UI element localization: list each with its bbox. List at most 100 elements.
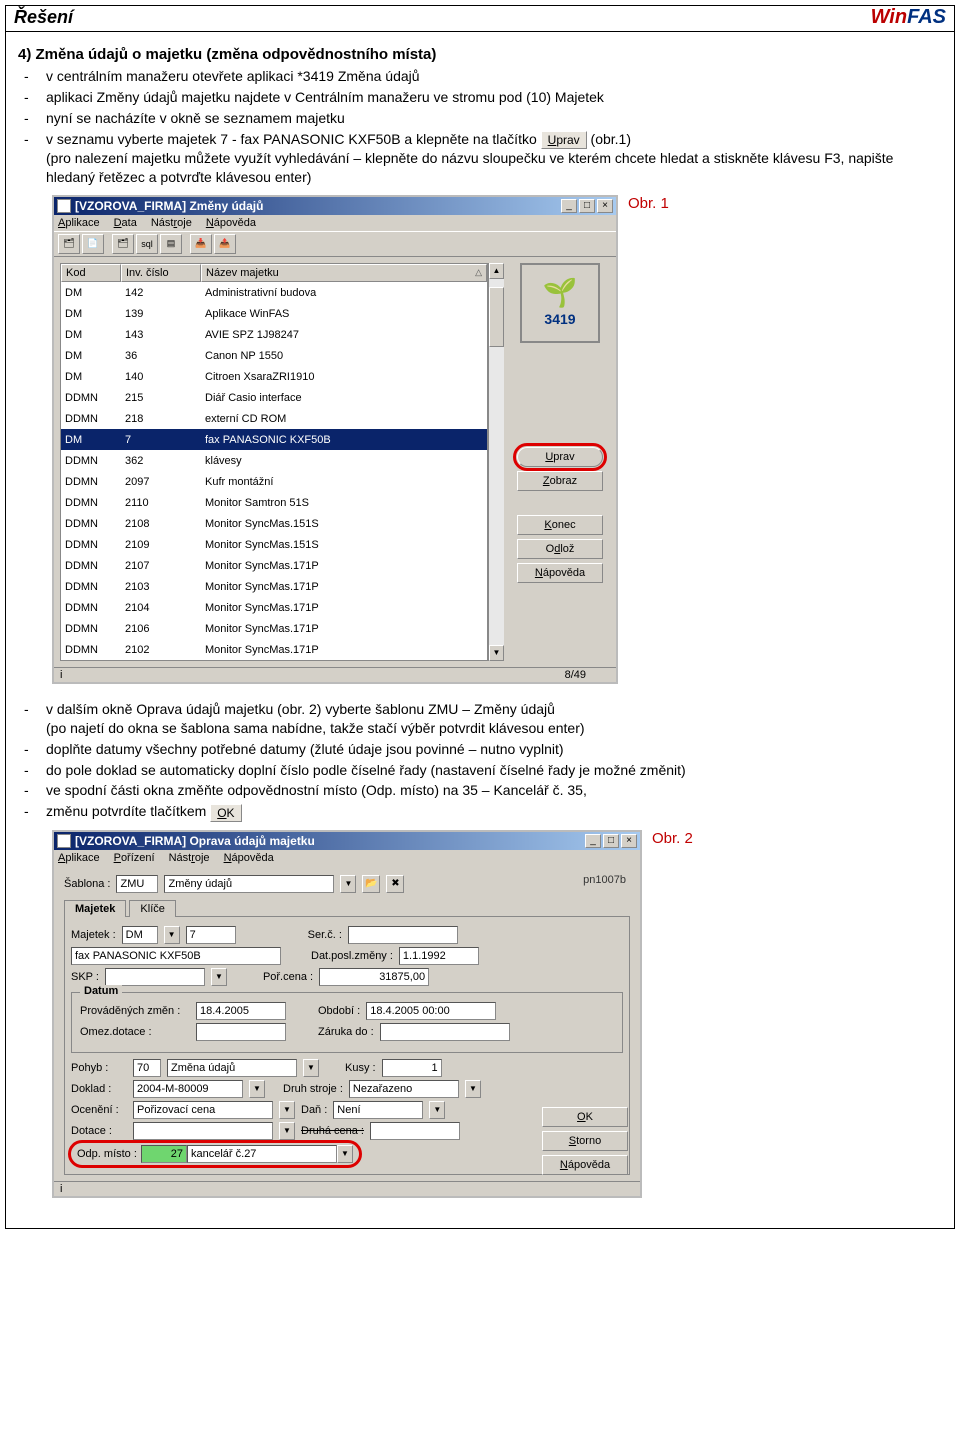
maximize-button[interactable]: □ xyxy=(603,834,619,848)
tool-button-1[interactable]: 🗂 xyxy=(58,234,80,254)
table-row[interactable]: DDMN2108Monitor SyncMas.151S xyxy=(61,513,487,534)
status-info-icon[interactable]: i xyxy=(60,669,62,681)
dropdown-icon[interactable]: ▼ xyxy=(279,1122,295,1140)
majetek-name-input[interactable]: fax PANASONIC KXF50B xyxy=(71,947,281,965)
porcena-input[interactable]: 31875,00 xyxy=(319,968,429,986)
col-header-nazev[interactable]: Název majetku△ xyxy=(201,264,487,282)
menu-nastroje[interactable]: Nástroje xyxy=(169,852,210,864)
table-row[interactable]: DDMN2106Monitor SyncMas.171P xyxy=(61,618,487,639)
table-row[interactable]: DM7fax PANASONIC KXF50B xyxy=(61,429,487,450)
table-row[interactable]: DDMN218externí CD ROM xyxy=(61,408,487,429)
minimize-button[interactable]: _ xyxy=(561,199,577,213)
tab-majetek[interactable]: Majetek xyxy=(64,900,126,917)
table-row[interactable]: DDMN2104Monitor SyncMas.171P xyxy=(61,597,487,618)
menu-napoveda[interactable]: Nápověda xyxy=(224,852,274,864)
dropdown-icon[interactable]: ▼ xyxy=(279,1101,295,1119)
cell-nazev: Citroen XsaraZRI1910 xyxy=(201,369,487,385)
close-button[interactable]: × xyxy=(621,834,637,848)
vertical-scrollbar[interactable]: ▲ ▼ xyxy=(488,263,504,661)
napoveda-button[interactable]: Nápověda xyxy=(542,1155,628,1175)
druhstroje-input[interactable]: Nezařazeno xyxy=(349,1080,459,1098)
dropdown-icon[interactable]: ▼ xyxy=(337,1145,353,1163)
menu-aplikace[interactable]: Aplikace xyxy=(58,217,100,229)
dropdown-icon[interactable]: ▼ xyxy=(211,968,227,986)
skp-input[interactable] xyxy=(105,968,205,986)
col-header-kod[interactable]: Kod xyxy=(61,264,121,282)
oceneni-input[interactable]: Pořizovací cena xyxy=(133,1101,273,1119)
tool-button-sql[interactable]: sql xyxy=(136,234,158,254)
sablona-name-input[interactable]: Změny údajů xyxy=(164,875,334,893)
odpmisto-code-input[interactable]: 27 xyxy=(141,1145,187,1163)
menu-aplikace[interactable]: Aplikace xyxy=(58,852,100,864)
menu-porizeni[interactable]: Pořízení xyxy=(114,852,155,864)
tool-button-3[interactable]: 🗂 xyxy=(112,234,134,254)
close-button[interactable]: × xyxy=(597,199,613,213)
sablona-code-input[interactable]: ZMU xyxy=(116,875,158,893)
scroll-up-button[interactable]: ▲ xyxy=(489,263,504,279)
scroll-track[interactable] xyxy=(489,279,504,645)
maximize-button[interactable]: □ xyxy=(579,199,595,213)
dropdown-icon[interactable]: ▼ xyxy=(303,1059,319,1077)
scroll-thumb[interactable] xyxy=(489,287,504,347)
odloz-button[interactable]: Odlož xyxy=(517,539,603,559)
pohyb-name-input[interactable]: Změna údajů xyxy=(167,1059,297,1077)
menu-nastroje[interactable]: Nástroje xyxy=(151,217,192,229)
datposl-input[interactable]: 1.1.1992 xyxy=(399,947,479,965)
scroll-down-button[interactable]: ▼ xyxy=(489,645,504,661)
kusy-input[interactable]: 1 xyxy=(382,1059,442,1077)
tool-button-6[interactable]: 📥 xyxy=(190,234,212,254)
uprav-button[interactable]: Uprav xyxy=(517,447,603,467)
obdobi-input[interactable]: 18.4.2005 00:00 xyxy=(366,1002,496,1020)
status-info-icon[interactable]: i xyxy=(60,1183,62,1195)
table-row[interactable]: DDMN2109Monitor SyncMas.151S xyxy=(61,534,487,555)
omez-input[interactable] xyxy=(196,1023,286,1041)
storno-button[interactable]: Storno xyxy=(542,1131,628,1151)
serc-input[interactable] xyxy=(348,926,458,944)
table-row[interactable]: DM143AVIE SPZ 1J98247 xyxy=(61,324,487,345)
dropdown-icon[interactable]: ▼ xyxy=(340,875,356,893)
dropdown-icon[interactable]: ▼ xyxy=(465,1080,481,1098)
titlebar[interactable]: [VZOROVA_FIRMA] Změny údajů _ □ × xyxy=(54,197,616,215)
tab-klice[interactable]: Klíče xyxy=(129,900,175,917)
delete-icon[interactable]: ✖ xyxy=(386,875,404,893)
majetek-inv-input[interactable]: 7 xyxy=(186,926,236,944)
tool-button-2[interactable]: 📄 xyxy=(82,234,104,254)
table-row[interactable]: DM142Administrativní budova xyxy=(61,282,487,303)
table-row[interactable]: DDMN2102Monitor SyncMas.171P xyxy=(61,639,487,660)
dropdown-icon[interactable]: ▼ xyxy=(249,1080,265,1098)
zaruka-input[interactable] xyxy=(380,1023,510,1041)
table-row[interactable]: DM140Citroen XsaraZRI1910 xyxy=(61,366,487,387)
table-row[interactable]: DM139Aplikace WinFAS xyxy=(61,303,487,324)
prov-input[interactable]: 18.4.2005 xyxy=(196,1002,286,1020)
open-icon[interactable]: 📂 xyxy=(362,875,380,893)
table-row[interactable]: DDMN2107Monitor SyncMas.171P xyxy=(61,555,487,576)
doklad-input[interactable]: 2004-M-80009 xyxy=(133,1080,243,1098)
druhacena-input[interactable] xyxy=(370,1122,460,1140)
table-row[interactable]: DDMN362klávesy xyxy=(61,450,487,471)
dropdown-icon[interactable]: ▼ xyxy=(429,1101,445,1119)
dotace-input[interactable] xyxy=(133,1122,273,1140)
tool-button-5[interactable]: ▤ xyxy=(160,234,182,254)
majetek-code-input[interactable]: DM xyxy=(122,926,158,944)
tool-button-7[interactable]: 📤 xyxy=(214,234,236,254)
table-row[interactable]: DM36Canon NP 1550 xyxy=(61,345,487,366)
menu-data[interactable]: Data xyxy=(114,217,137,229)
titlebar[interactable]: [VZOROVA_FIRMA] Oprava údajů majetku _ □… xyxy=(54,832,640,850)
odpmisto-name-input[interactable]: kancelář č.27 xyxy=(187,1145,337,1163)
table-row[interactable]: DDMN2110Monitor Samtron 51S xyxy=(61,492,487,513)
konec-button[interactable]: Konec xyxy=(517,515,603,535)
dan-input[interactable]: Není xyxy=(333,1101,423,1119)
table-row[interactable]: DDMN2097Kufr montážní xyxy=(61,471,487,492)
ok-button[interactable]: OK xyxy=(542,1107,628,1127)
dropdown-icon[interactable]: ▼ xyxy=(164,926,180,944)
table-row[interactable]: DDMN215Diář Casio interface xyxy=(61,387,487,408)
porcena-label: Poř.cena : xyxy=(263,971,313,983)
col-header-inv[interactable]: Inv. číslo xyxy=(121,264,201,282)
minimize-button[interactable]: _ xyxy=(585,834,601,848)
pohyb-code-input[interactable]: 70 xyxy=(133,1059,161,1077)
statusbar: i 8/49 xyxy=(54,667,616,682)
zobraz-button[interactable]: Zobraz xyxy=(517,471,603,491)
table-row[interactable]: DDMN2103Monitor SyncMas.171P xyxy=(61,576,487,597)
menu-napoveda[interactable]: Nápověda xyxy=(206,217,256,229)
napoveda-button[interactable]: Nápověda xyxy=(517,563,603,583)
